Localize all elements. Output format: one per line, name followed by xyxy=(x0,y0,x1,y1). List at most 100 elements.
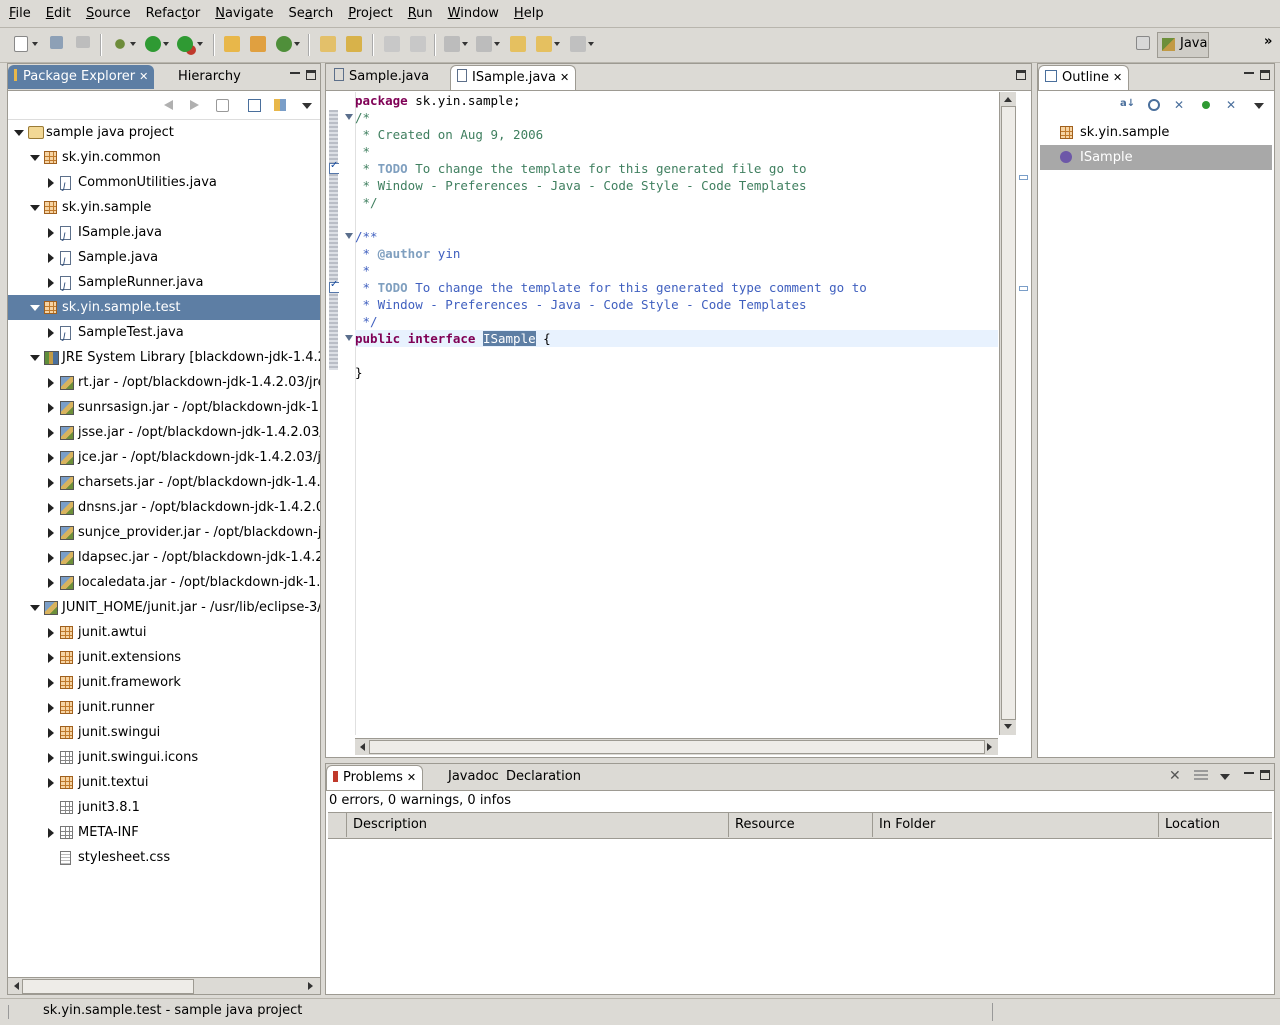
chevron-down-icon[interactable] xyxy=(462,42,468,46)
code-line[interactable]: /** xyxy=(355,228,378,245)
menu-project[interactable]: Project xyxy=(342,6,399,21)
more-perspectives-icon[interactable]: » xyxy=(1264,34,1272,49)
forward-arrow-icon[interactable] xyxy=(190,100,199,110)
tree-item[interactable]: sunrsasign.jar - /opt/blackdown-jdk-1.4.… xyxy=(8,395,320,420)
perspective-java-button[interactable]: Java xyxy=(1157,32,1209,58)
close-icon[interactable]: ✕ xyxy=(1113,71,1122,84)
tree-item[interactable]: junit.swingui xyxy=(8,720,320,745)
scroll-thumb[interactable] xyxy=(22,979,194,994)
view-menu-icon[interactable] xyxy=(1254,103,1264,109)
chevron-right-icon[interactable] xyxy=(48,253,54,263)
search-icon[interactable] xyxy=(346,36,362,52)
chevron-right-icon[interactable] xyxy=(48,378,54,388)
external-tools-icon[interactable] xyxy=(177,36,193,52)
close-icon[interactable]: ✕ xyxy=(407,771,416,784)
chevron-down-icon[interactable] xyxy=(14,130,24,136)
tab-hierarchy[interactable]: Hierarchy xyxy=(172,65,247,89)
scroll-left-icon[interactable] xyxy=(360,743,365,751)
tree-item[interactable]: junit3.8.1 xyxy=(8,795,320,820)
collapse-all-icon[interactable] xyxy=(248,99,261,112)
chevron-down-icon[interactable] xyxy=(588,42,594,46)
editor-vertical-scrollbar[interactable] xyxy=(999,92,1016,735)
column-location[interactable]: Location xyxy=(1159,813,1272,837)
tree-item[interactable]: CommonUtilities.java xyxy=(8,170,320,200)
tree-item[interactable]: charsets.jar - /opt/blackdown-jdk-1.4.2.… xyxy=(8,470,320,495)
tree-item[interactable]: META-INF xyxy=(8,820,320,845)
hide-local-types-icon[interactable]: ✕ xyxy=(1226,98,1236,112)
chevron-down-icon[interactable] xyxy=(294,42,300,46)
editor-horizontal-scrollbar[interactable] xyxy=(355,738,998,755)
fold-toggle-icon[interactable] xyxy=(345,335,353,341)
chevron-right-icon[interactable] xyxy=(48,728,54,738)
fold-toggle-icon[interactable] xyxy=(345,114,353,120)
chevron-down-icon[interactable] xyxy=(30,205,40,211)
hide-fields-icon[interactable] xyxy=(1148,99,1160,111)
new-package-icon[interactable] xyxy=(224,36,240,52)
chevron-down-icon[interactable] xyxy=(197,42,203,46)
horizontal-scrollbar[interactable] xyxy=(8,977,320,994)
scroll-up-icon[interactable] xyxy=(1004,97,1012,102)
hide-nonpublic-icon[interactable] xyxy=(1202,101,1210,109)
scroll-thumb[interactable] xyxy=(1001,106,1016,720)
view-menu-icon[interactable] xyxy=(302,103,312,109)
tree-item[interactable]: JRE System Library [blackdown-jdk-1.4.2.… xyxy=(8,345,320,370)
sort-icon[interactable]: a↓ xyxy=(1120,98,1135,109)
code-line[interactable]: * Created on Aug 9, 2006 xyxy=(355,126,544,143)
tab-outline[interactable]: Outline ✕ xyxy=(1038,65,1130,90)
chevron-right-icon[interactable] xyxy=(48,778,54,788)
tree-item[interactable]: jsse.jar - /opt/blackdown-jdk-1.4.2.03/j… xyxy=(8,420,320,445)
tree-item[interactable]: sk.yin.sample.test xyxy=(8,295,320,320)
menu-file[interactable]: File xyxy=(3,6,37,21)
chevron-down-icon[interactable] xyxy=(554,42,560,46)
tree-item[interactable]: sunjce_provider.jar - /opt/blackdown-jdk xyxy=(8,520,320,545)
tab-javadoc[interactable]: Javadoc xyxy=(442,765,505,789)
scroll-down-icon[interactable] xyxy=(1004,724,1012,729)
tree-item[interactable]: junit.awtui xyxy=(8,620,320,645)
tree-item[interactable]: junit.swingui.icons xyxy=(8,745,320,770)
menu-help[interactable]: Help xyxy=(508,6,550,21)
forward-icon[interactable] xyxy=(570,36,586,52)
tree-item[interactable]: junit.framework xyxy=(8,670,320,695)
tree-item[interactable]: SampleRunner.java xyxy=(8,270,320,300)
column-icon[interactable] xyxy=(328,813,347,837)
menu-edit[interactable]: Edit xyxy=(40,6,77,21)
previous-annotation-icon[interactable] xyxy=(476,36,492,52)
code-line[interactable]: */ xyxy=(355,313,378,330)
tab-package-explorer[interactable]: Package Explorer ✕ xyxy=(8,65,155,89)
tree-item[interactable]: junit.extensions xyxy=(8,645,320,670)
maximize-icon[interactable] xyxy=(1016,70,1026,80)
menu-navigate[interactable]: Navigate xyxy=(209,6,279,21)
back-arrow-icon[interactable] xyxy=(164,100,173,110)
tab-isample-java[interactable]: ISample.java ✕ xyxy=(450,65,577,90)
save-icon[interactable] xyxy=(50,36,63,49)
up-icon[interactable] xyxy=(216,99,229,112)
tree-item[interactable]: localedata.jar - /opt/blackdown-jdk-1.4.… xyxy=(8,570,320,595)
maximize-icon[interactable] xyxy=(1260,770,1270,780)
chevron-down-icon[interactable] xyxy=(30,605,40,611)
close-icon[interactable]: ✕ xyxy=(139,70,148,83)
outline-item[interactable]: sk.yin.sample xyxy=(1040,120,1272,145)
back-icon[interactable] xyxy=(536,36,552,52)
outline-item[interactable]: ISample xyxy=(1040,145,1272,170)
overview-marker[interactable] xyxy=(1019,286,1028,291)
chevron-right-icon[interactable] xyxy=(48,428,54,438)
code-line[interactable]: package sk.yin.sample; xyxy=(355,92,521,109)
chevron-right-icon[interactable] xyxy=(48,503,54,513)
last-edit-icon[interactable] xyxy=(510,36,526,52)
new-class-icon[interactable] xyxy=(250,36,266,52)
chevron-down-icon[interactable] xyxy=(163,42,169,46)
maximize-icon[interactable] xyxy=(306,70,316,80)
tree-item[interactable]: rt.jar - /opt/blackdown-jdk-1.4.2.03/jre… xyxy=(8,370,320,395)
menu-window[interactable]: Window xyxy=(442,6,505,21)
tree-item[interactable]: ISample.java xyxy=(8,220,320,250)
code-line[interactable]: * Window - Preferences - Java - Code Sty… xyxy=(355,177,807,194)
chevron-down-icon[interactable] xyxy=(130,42,136,46)
code-line[interactable]: * xyxy=(355,262,371,279)
chevron-down-icon[interactable] xyxy=(30,155,40,161)
chevron-right-icon[interactable] xyxy=(48,678,54,688)
column-in-folder[interactable]: In Folder xyxy=(873,813,1159,837)
column-description[interactable]: Description xyxy=(347,813,729,837)
minimize-icon[interactable] xyxy=(290,70,300,74)
tree-item[interactable]: ldapsec.jar - /opt/blackdown-jdk-1.4.2.0… xyxy=(8,545,320,570)
tree-item[interactable]: sk.yin.common xyxy=(8,145,320,170)
